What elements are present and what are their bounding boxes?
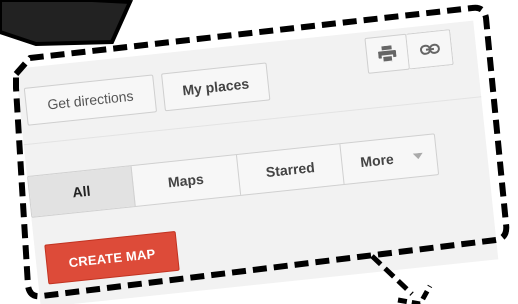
tab-more[interactable]: More [340,134,438,184]
maps-toolbar-panel: Get directions My places All Maps Starre… [15,20,499,304]
stage: Get directions My places All Maps Starre… [0,0,518,304]
pointer-arrow-head [397,284,433,304]
tab-more-label: More [359,150,395,171]
link-button[interactable] [406,29,454,70]
callout-shape [0,0,134,47]
chevron-down-icon [413,152,424,160]
print-button[interactable] [364,33,410,74]
link-icon [419,43,440,55]
printer-icon [378,45,397,63]
